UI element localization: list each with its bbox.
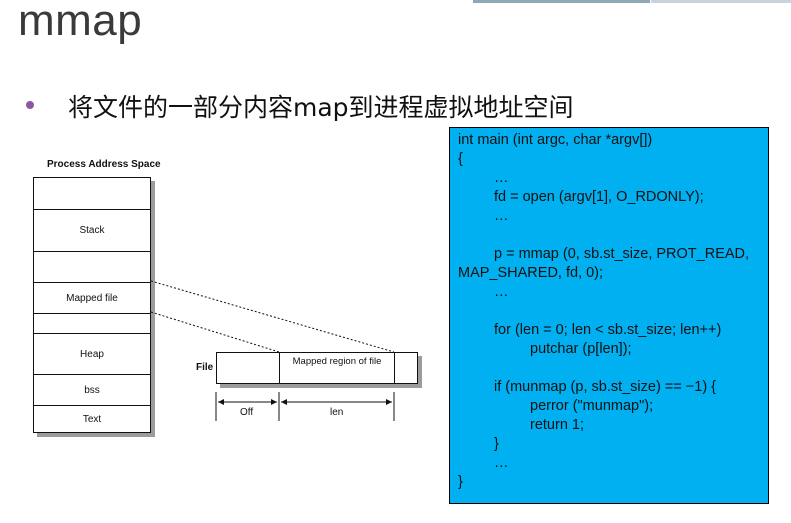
code-line: …	[494, 284, 509, 300]
code-line: for (len = 0; len < sb.st_size; len++)	[494, 322, 722, 338]
code-box: int main (int argc, char *argv[]) { … fd…	[449, 127, 769, 504]
code-line: MAP_SHARED, fd, 0);	[458, 265, 604, 281]
code-line: putchar (p[len]);	[530, 341, 632, 357]
code-line: fd = open (argv[1], O_RDONLY);	[494, 189, 704, 205]
code-line: …	[494, 455, 509, 471]
code-line: if (munmap (p, sb.st_size) == −1) {	[494, 379, 717, 395]
len-arrow-right-icon	[386, 399, 392, 405]
off-label: Off	[240, 407, 254, 418]
mapping-line-top	[150, 280, 395, 353]
off-arrow-right-icon	[271, 399, 277, 405]
len-label: len	[330, 407, 344, 418]
code-line: …	[494, 170, 509, 186]
mapping-line-bottom	[150, 311, 280, 353]
code-line: }	[458, 474, 463, 490]
len-arrow-left-icon	[281, 399, 287, 405]
code-line: int main (int argc, char *argv[])	[458, 132, 653, 148]
code-line: perror ("munmap");	[530, 398, 654, 414]
code-line: {	[458, 151, 463, 167]
code-line: return 1;	[530, 417, 584, 433]
code-line: }	[494, 436, 499, 452]
off-arrow-left-icon	[218, 399, 224, 405]
code-line: …	[494, 208, 509, 224]
code-line: p = mmap (0, sb.st_size, PROT_READ,	[494, 246, 750, 262]
